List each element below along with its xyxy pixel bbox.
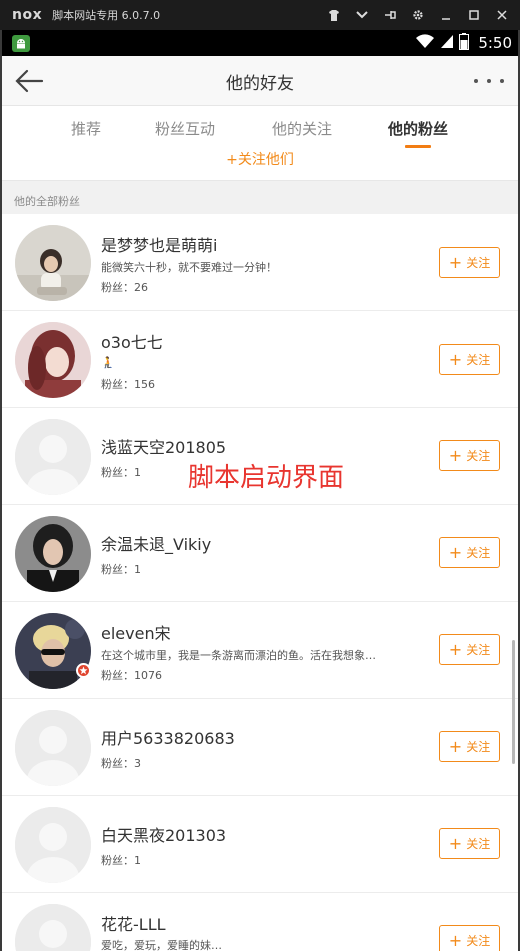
fan-count: 粉丝：156 (101, 378, 155, 391)
user-name[interactable]: 用户5633820683 (101, 725, 235, 749)
follow-button[interactable]: + 关注 (439, 537, 500, 568)
user-name[interactable]: 浅蓝天空201805 (101, 434, 226, 458)
plus-icon: + (448, 445, 463, 465)
follow-button[interactable]: + 关注 (439, 828, 500, 859)
fan-count: 粉丝：3 (101, 757, 141, 770)
plus-icon: + (448, 542, 463, 562)
avatar[interactable] (15, 322, 91, 398)
status-indicators: 5:50 (415, 30, 512, 56)
fans-list: 是梦梦也是萌萌i 能微笑六十秒，就不要难过一分钟！ 粉丝：26 + 关注 o3o… (0, 214, 520, 951)
shirt-icon[interactable] (320, 0, 348, 30)
follow-button[interactable]: + 关注 (439, 344, 500, 375)
minimize-icon[interactable] (432, 0, 460, 30)
list-item[interactable]: 是梦梦也是萌萌i 能微笑六十秒，就不要难过一分钟！ 粉丝：26 + 关注 (0, 214, 520, 311)
status-time: 5:50 (478, 34, 512, 52)
pin-icon[interactable] (376, 0, 404, 30)
follow-button-label: 关注 (466, 934, 491, 948)
user-bio: 爱吃，爱玩，爱睡的妹… (101, 939, 222, 951)
navigation-header: 他的好友 (0, 56, 520, 106)
follow-button-label: 关注 (466, 546, 491, 560)
battery-icon (459, 32, 470, 54)
plus-icon: + (448, 930, 463, 950)
follow-button-label: 关注 (466, 353, 491, 367)
tab-his-fans[interactable]: 他的粉丝 (388, 118, 448, 139)
tab-recommend[interactable]: 推荐 (71, 118, 101, 139)
fan-count: 粉丝：1 (101, 563, 141, 576)
follow-button[interactable]: + 关注 (439, 731, 500, 762)
emulator-controls (320, 0, 516, 30)
plus-icon: + (448, 833, 463, 853)
gear-icon[interactable] (404, 0, 432, 30)
page-title: 他的好友 (226, 74, 294, 94)
follow-button[interactable]: + 关注 (439, 925, 500, 951)
emulator-title: 脚本网站专用 6.0.7.0 (52, 9, 161, 22)
avatar[interactable] (15, 613, 91, 689)
list-item[interactable]: 余温未退_Vikiy 粉丝：1 + 关注 (0, 505, 520, 602)
follow-button-label: 关注 (466, 740, 491, 754)
app-window: nox 脚本网站专用 6.0.7.0 5:50 他的好友 推荐 粉丝互动 他的关… (0, 0, 520, 951)
fan-count: 粉丝：1 (101, 854, 141, 867)
list-item[interactable]: eleven宋 在这个城市里，我是一条游离而漂泊的鱼。活在我想象… 粉丝：107… (0, 602, 520, 699)
scrollbar[interactable] (512, 640, 515, 764)
follow-button[interactable]: + 关注 (439, 440, 500, 471)
avatar[interactable] (15, 225, 91, 301)
wifi-icon (415, 33, 435, 53)
emulator-logo: nox (12, 7, 43, 23)
plus-icon: + (448, 639, 463, 659)
android-robot-icon (12, 35, 30, 52)
fan-count: 粉丝：1076 (101, 669, 162, 682)
follow-button-label: 关注 (466, 256, 491, 270)
follow-button-label: 关注 (466, 643, 491, 657)
list-item[interactable]: 花花-LLL 爱吃，爱玩，爱睡的妹… + 关注 (0, 893, 520, 951)
default-avatar[interactable] (15, 419, 91, 495)
user-bio: 🧎 (101, 356, 115, 369)
default-avatar[interactable] (15, 710, 91, 786)
follow-button[interactable]: + 关注 (439, 634, 500, 665)
chevron-down-icon[interactable] (348, 0, 376, 30)
tab-fan-interaction[interactable]: 粉丝互动 (155, 118, 215, 139)
close-icon[interactable] (488, 0, 516, 30)
follow-button-label: 关注 (466, 837, 491, 851)
script-launch-overlay: 脚本启动界面 (188, 463, 345, 493)
list-item[interactable]: 用户5633820683 粉丝：3 + 关注 (0, 699, 520, 796)
plus-icon: + (448, 349, 463, 369)
tab-bar: 推荐 粉丝互动 他的关注 他的粉丝 (0, 106, 520, 150)
list-item[interactable]: 白天黑夜201303 粉丝：1 + 关注 (0, 796, 520, 893)
default-avatar[interactable] (15, 904, 91, 951)
tab-indicator (405, 145, 431, 148)
list-item[interactable]: o3o七七 🧎 粉丝：156 + 关注 (0, 311, 520, 408)
more-dots-icon[interactable] (474, 70, 504, 92)
fan-count: 粉丝：26 (101, 281, 148, 294)
plus-icon: + (448, 736, 463, 756)
emulator-title-bar: nox 脚本网站专用 6.0.7.0 (0, 0, 520, 30)
section-label: 他的全部粉丝 (14, 195, 80, 208)
follow-button-label: 关注 (466, 449, 491, 463)
fan-count: 粉丝：1 (101, 466, 141, 479)
avatar[interactable] (15, 516, 91, 592)
follow-all-button[interactable]: +关注他们 (0, 149, 520, 179)
status-bar: 5:50 (0, 30, 520, 56)
user-bio: 能微笑六十秒，就不要难过一分钟！ (101, 261, 277, 274)
section-header: 他的全部粉丝 (0, 180, 520, 214)
plus-icon: + (448, 252, 463, 272)
user-bio: 在这个城市里，我是一条游离而漂泊的鱼。活在我想象… (101, 649, 376, 662)
tab-his-following[interactable]: 他的关注 (272, 118, 332, 139)
user-name[interactable]: 花花-LLL (101, 911, 166, 935)
default-avatar[interactable] (15, 807, 91, 883)
user-name[interactable]: 白天黑夜201303 (101, 822, 226, 846)
follow-button[interactable]: + 关注 (439, 247, 500, 278)
maximize-icon[interactable] (460, 0, 488, 30)
user-name[interactable]: eleven宋 (101, 620, 171, 644)
user-name[interactable]: o3o七七 (101, 329, 163, 353)
user-name[interactable]: 是梦梦也是萌萌i (101, 232, 217, 256)
verified-badge-icon (76, 663, 91, 678)
user-name[interactable]: 余温未退_Vikiy (101, 531, 211, 555)
window-border-left (0, 30, 2, 951)
signal-icon (440, 33, 454, 53)
